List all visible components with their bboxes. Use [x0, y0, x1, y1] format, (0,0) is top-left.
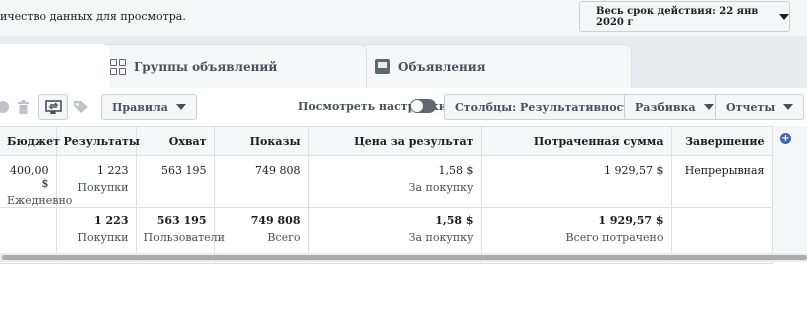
column-settings-pane — [772, 126, 807, 252]
rules-label: Правила — [112, 100, 168, 114]
chevron-down-icon — [779, 13, 789, 20]
col-header-budget[interactable]: Бюджет — [0, 126, 60, 156]
add-column-icon[interactable]: + — [780, 133, 791, 144]
cell-budget[interactable]: 400,00 $ Ежедневно — [0, 155, 73, 208]
total-results-sub: Покупки — [77, 231, 129, 244]
col-header-end[interactable]: Завершение — [670, 126, 773, 156]
reach-value: 563 195 — [161, 164, 207, 177]
cell-end: Непрерывная — [670, 155, 773, 208]
total-reach-value: 563 195 — [156, 214, 207, 227]
budget-value: 400,00 $ — [10, 164, 49, 190]
results-value: 1 223 — [97, 164, 129, 177]
cost-value: 1,58 $ — [438, 164, 474, 177]
cell-impressions: 749 808 — [213, 155, 309, 208]
chevron-down-icon — [175, 104, 186, 110]
tab-ad-sets[interactable]: Группы объявлений — [97, 44, 367, 88]
col-header-reach[interactable]: Охват — [135, 126, 215, 156]
breakdown-label: Разбивка — [635, 100, 696, 114]
total-spent-sub: Всего потрачено — [565, 231, 664, 244]
tab-ads-label: Объявления — [398, 59, 486, 74]
total-impressions-sub: Всего — [267, 231, 301, 244]
total-spent-value: 1 929,57 $ — [598, 214, 664, 227]
breakdown-button[interactable]: Разбивка — [624, 94, 725, 120]
tabs-row: Объявления Группы объявлений — [0, 36, 807, 88]
col-header-results[interactable]: Результаты — [55, 126, 140, 156]
columns-label: Столбцы: Результативность — [455, 100, 638, 114]
horizontal-scrollbar[interactable] — [0, 253, 807, 262]
grid-icon — [110, 58, 126, 75]
hint-text: ичество данных для просмотра. — [0, 10, 186, 23]
tag-icon[interactable] — [68, 95, 94, 119]
end-value: Непрерывная — [684, 164, 765, 177]
view-settings-toggle[interactable] — [410, 99, 436, 113]
chevron-down-icon — [703, 104, 714, 110]
cost-sub: За покупку — [408, 181, 474, 194]
cell-reach: 563 195 — [135, 155, 215, 208]
trash-icon[interactable] — [10, 95, 36, 119]
total-results-value: 1 223 — [94, 214, 129, 227]
tab-ads[interactable]: Объявления — [360, 44, 632, 88]
duplicate-icon — [44, 99, 62, 114]
ad-icon — [375, 59, 390, 74]
spent-value: 1 929,57 $ — [604, 164, 664, 177]
tab-ad-sets-label: Группы объявлений — [134, 59, 278, 74]
table-row: 400,00 $ Ежедневно 1 223 Покупки 563 195 7… — [0, 155, 773, 208]
total-cost-sub: За покупку — [408, 231, 474, 244]
total-impressions-value: 749 808 — [250, 214, 301, 227]
table-header: Бюджет Результаты Охват Показы Цена за р… — [0, 126, 773, 156]
col-header-spent[interactable]: Потраченная сумма — [480, 126, 672, 156]
cell-cost: 1,58 $ За покупку — [307, 155, 482, 208]
scrollbar-thumb[interactable] — [2, 255, 807, 260]
duplicate-button[interactable] — [38, 94, 68, 120]
total-reach-sub: Пользователи — [143, 231, 225, 244]
date-range-button[interactable]: Весь срок действия: 22 янв 2020 г — [579, 1, 790, 32]
toolbar: Правила Посмотреть настройки Столбцы: Ре… — [0, 88, 807, 126]
tab-campaigns[interactable] — [0, 44, 110, 88]
rules-button[interactable]: Правила — [101, 94, 197, 120]
reports-label: Отчеты — [726, 100, 776, 114]
results-sub: Покупки — [77, 181, 129, 194]
budget-sub: Ежедневно — [7, 194, 73, 207]
cell-spent: 1 929,57 $ — [480, 155, 672, 208]
col-header-cost[interactable]: Цена за результат — [307, 126, 482, 156]
reports-button[interactable]: Отчеты — [715, 94, 805, 120]
impressions-value: 749 808 — [255, 164, 301, 177]
top-bar: ичество данных для просмотра. Весь срок … — [0, 0, 807, 37]
chevron-down-icon — [783, 104, 794, 110]
col-header-impressions[interactable]: Показы — [213, 126, 309, 156]
campaigns-table: Бюджет Результаты Охват Показы Цена за р… — [0, 126, 773, 264]
total-cost-value: 1,58 $ — [435, 214, 474, 227]
date-range-label: Весь срок действия: 22 янв 2020 г — [596, 5, 759, 28]
